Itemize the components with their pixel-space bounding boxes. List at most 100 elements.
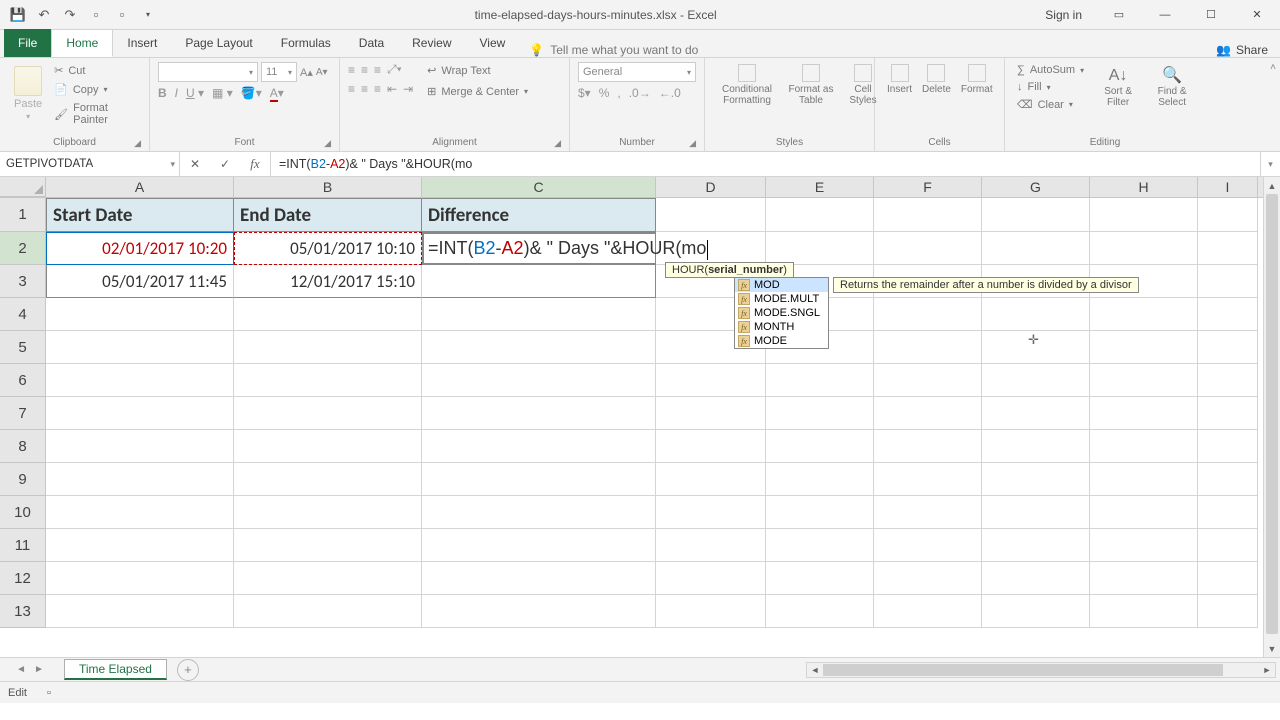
row-header-13[interactable]: 13 — [0, 595, 46, 628]
cell[interactable] — [982, 529, 1090, 562]
row-header-7[interactable]: 7 — [0, 397, 46, 430]
column-header-h[interactable]: H — [1090, 177, 1198, 197]
cell[interactable] — [46, 529, 234, 562]
horizontal-scrollbar[interactable]: ◄ ► — [806, 662, 1276, 678]
cell[interactable] — [766, 562, 874, 595]
cell-a2[interactable]: 02/01/2017 10:20 — [46, 232, 234, 265]
format-painter-button[interactable]: 🖌Format Painter — [50, 100, 141, 128]
cell[interactable] — [1090, 397, 1198, 430]
italic-button[interactable]: I — [175, 86, 178, 100]
cell[interactable] — [874, 198, 982, 232]
column-header-i[interactable]: I — [1198, 177, 1258, 197]
dialog-launcher-icon[interactable]: ◢ — [324, 138, 331, 149]
cut-button[interactable]: ✂Cut — [50, 62, 141, 79]
redo-icon[interactable]: ↷ — [58, 3, 82, 27]
scroll-thumb[interactable] — [823, 664, 1223, 676]
cell[interactable] — [46, 496, 234, 529]
paste-button[interactable]: Paste ▾ — [8, 62, 48, 125]
cell[interactable] — [1198, 562, 1258, 595]
cell-c2-active[interactable]: =INT(B2-A2)& " Days "&HOUR(mo — [422, 232, 656, 265]
increase-decimal-icon[interactable]: .0→ — [629, 86, 651, 100]
column-header-c[interactable]: C — [422, 177, 656, 197]
cell[interactable] — [766, 232, 874, 265]
align-bottom-icon[interactable]: ≡ — [374, 63, 381, 77]
row-header-4[interactable]: 4 — [0, 298, 46, 331]
qat-icon[interactable]: ▫ — [110, 3, 134, 27]
cell[interactable] — [234, 364, 422, 397]
next-sheet-icon[interactable]: ► — [34, 664, 44, 675]
cell[interactable] — [766, 364, 874, 397]
cell[interactable] — [766, 198, 874, 232]
cell[interactable] — [234, 331, 422, 364]
cell[interactable] — [982, 232, 1090, 265]
tell-me-search[interactable]: 💡 Tell me what you want to do — [519, 43, 708, 57]
row-header-6[interactable]: 6 — [0, 364, 46, 397]
cell-c1[interactable]: Difference — [422, 198, 656, 232]
cell[interactable] — [874, 529, 982, 562]
bold-button[interactable]: B — [158, 86, 167, 100]
decrease-indent-icon[interactable]: ⇤ — [387, 82, 397, 96]
insert-cells-button[interactable]: Insert — [883, 62, 916, 97]
align-left-icon[interactable]: ≡ — [348, 82, 355, 96]
column-header-a[interactable]: A — [46, 177, 234, 197]
cell[interactable] — [874, 562, 982, 595]
cell[interactable] — [1198, 496, 1258, 529]
cell[interactable] — [1198, 298, 1258, 331]
tab-insert[interactable]: Insert — [113, 29, 171, 57]
increase-indent-icon[interactable]: ⇥ — [403, 82, 413, 96]
dialog-launcher-icon[interactable]: ◢ — [134, 138, 141, 149]
cell[interactable] — [234, 430, 422, 463]
autocomplete-item[interactable]: fxMODE.SNGL — [735, 306, 828, 320]
cell[interactable] — [234, 562, 422, 595]
border-button[interactable]: ▦ ▾ — [212, 86, 233, 100]
row-header-11[interactable]: 11 — [0, 529, 46, 562]
tab-formulas[interactable]: Formulas — [267, 29, 345, 57]
insert-function-button[interactable]: fx — [240, 156, 270, 172]
cell[interactable] — [1198, 529, 1258, 562]
cell-c3[interactable] — [422, 265, 656, 298]
cell[interactable] — [656, 430, 766, 463]
tab-home[interactable]: Home — [51, 29, 113, 57]
cell[interactable] — [234, 595, 422, 628]
cell[interactable] — [1090, 529, 1198, 562]
cell[interactable] — [1090, 331, 1198, 364]
dialog-launcher-icon[interactable]: ◢ — [689, 138, 696, 149]
row-header-8[interactable]: 8 — [0, 430, 46, 463]
cell[interactable] — [982, 496, 1090, 529]
cell[interactable] — [234, 298, 422, 331]
number-format-select[interactable]: General▾ — [578, 62, 696, 82]
autocomplete-item[interactable]: fxMODE.MULT — [735, 292, 828, 306]
cell[interactable] — [656, 463, 766, 496]
close-icon[interactable]: ✕ — [1234, 0, 1280, 30]
grow-font-icon[interactable]: A▴ — [300, 66, 313, 79]
clear-button[interactable]: ⌫Clear▾ — [1013, 96, 1088, 113]
align-right-icon[interactable]: ≡ — [374, 82, 381, 96]
cell[interactable] — [656, 595, 766, 628]
merge-center-button[interactable]: ⊞Merge & Center▾ — [423, 83, 532, 100]
cell[interactable] — [1090, 198, 1198, 232]
cell[interactable] — [766, 496, 874, 529]
cell[interactable] — [982, 463, 1090, 496]
row-header-2[interactable]: 2 — [0, 232, 46, 265]
save-icon[interactable]: 💾 — [6, 3, 30, 27]
cell[interactable] — [766, 463, 874, 496]
cell[interactable] — [766, 529, 874, 562]
cell[interactable] — [874, 298, 982, 331]
dialog-launcher-icon[interactable]: ◢ — [554, 138, 561, 149]
collapse-ribbon-icon[interactable]: ˄ — [1270, 62, 1276, 73]
macro-record-icon[interactable]: ▫ — [47, 687, 51, 699]
prev-sheet-icon[interactable]: ◄ — [16, 664, 26, 675]
cell[interactable] — [1090, 562, 1198, 595]
formula-input[interactable]: =INT(B2-A2)& " Days "&HOUR(mo — [271, 152, 1260, 176]
cell[interactable] — [46, 430, 234, 463]
cell[interactable] — [874, 232, 982, 265]
cell[interactable] — [46, 364, 234, 397]
cell[interactable] — [1090, 298, 1198, 331]
cell[interactable] — [1198, 397, 1258, 430]
font-family-select[interactable]: ▾ — [158, 62, 258, 82]
fill-button[interactable]: ↓Fill▾ — [1013, 79, 1088, 95]
cell[interactable] — [1198, 463, 1258, 496]
row-header-12[interactable]: 12 — [0, 562, 46, 595]
cell[interactable] — [656, 562, 766, 595]
cell[interactable] — [1090, 232, 1198, 265]
